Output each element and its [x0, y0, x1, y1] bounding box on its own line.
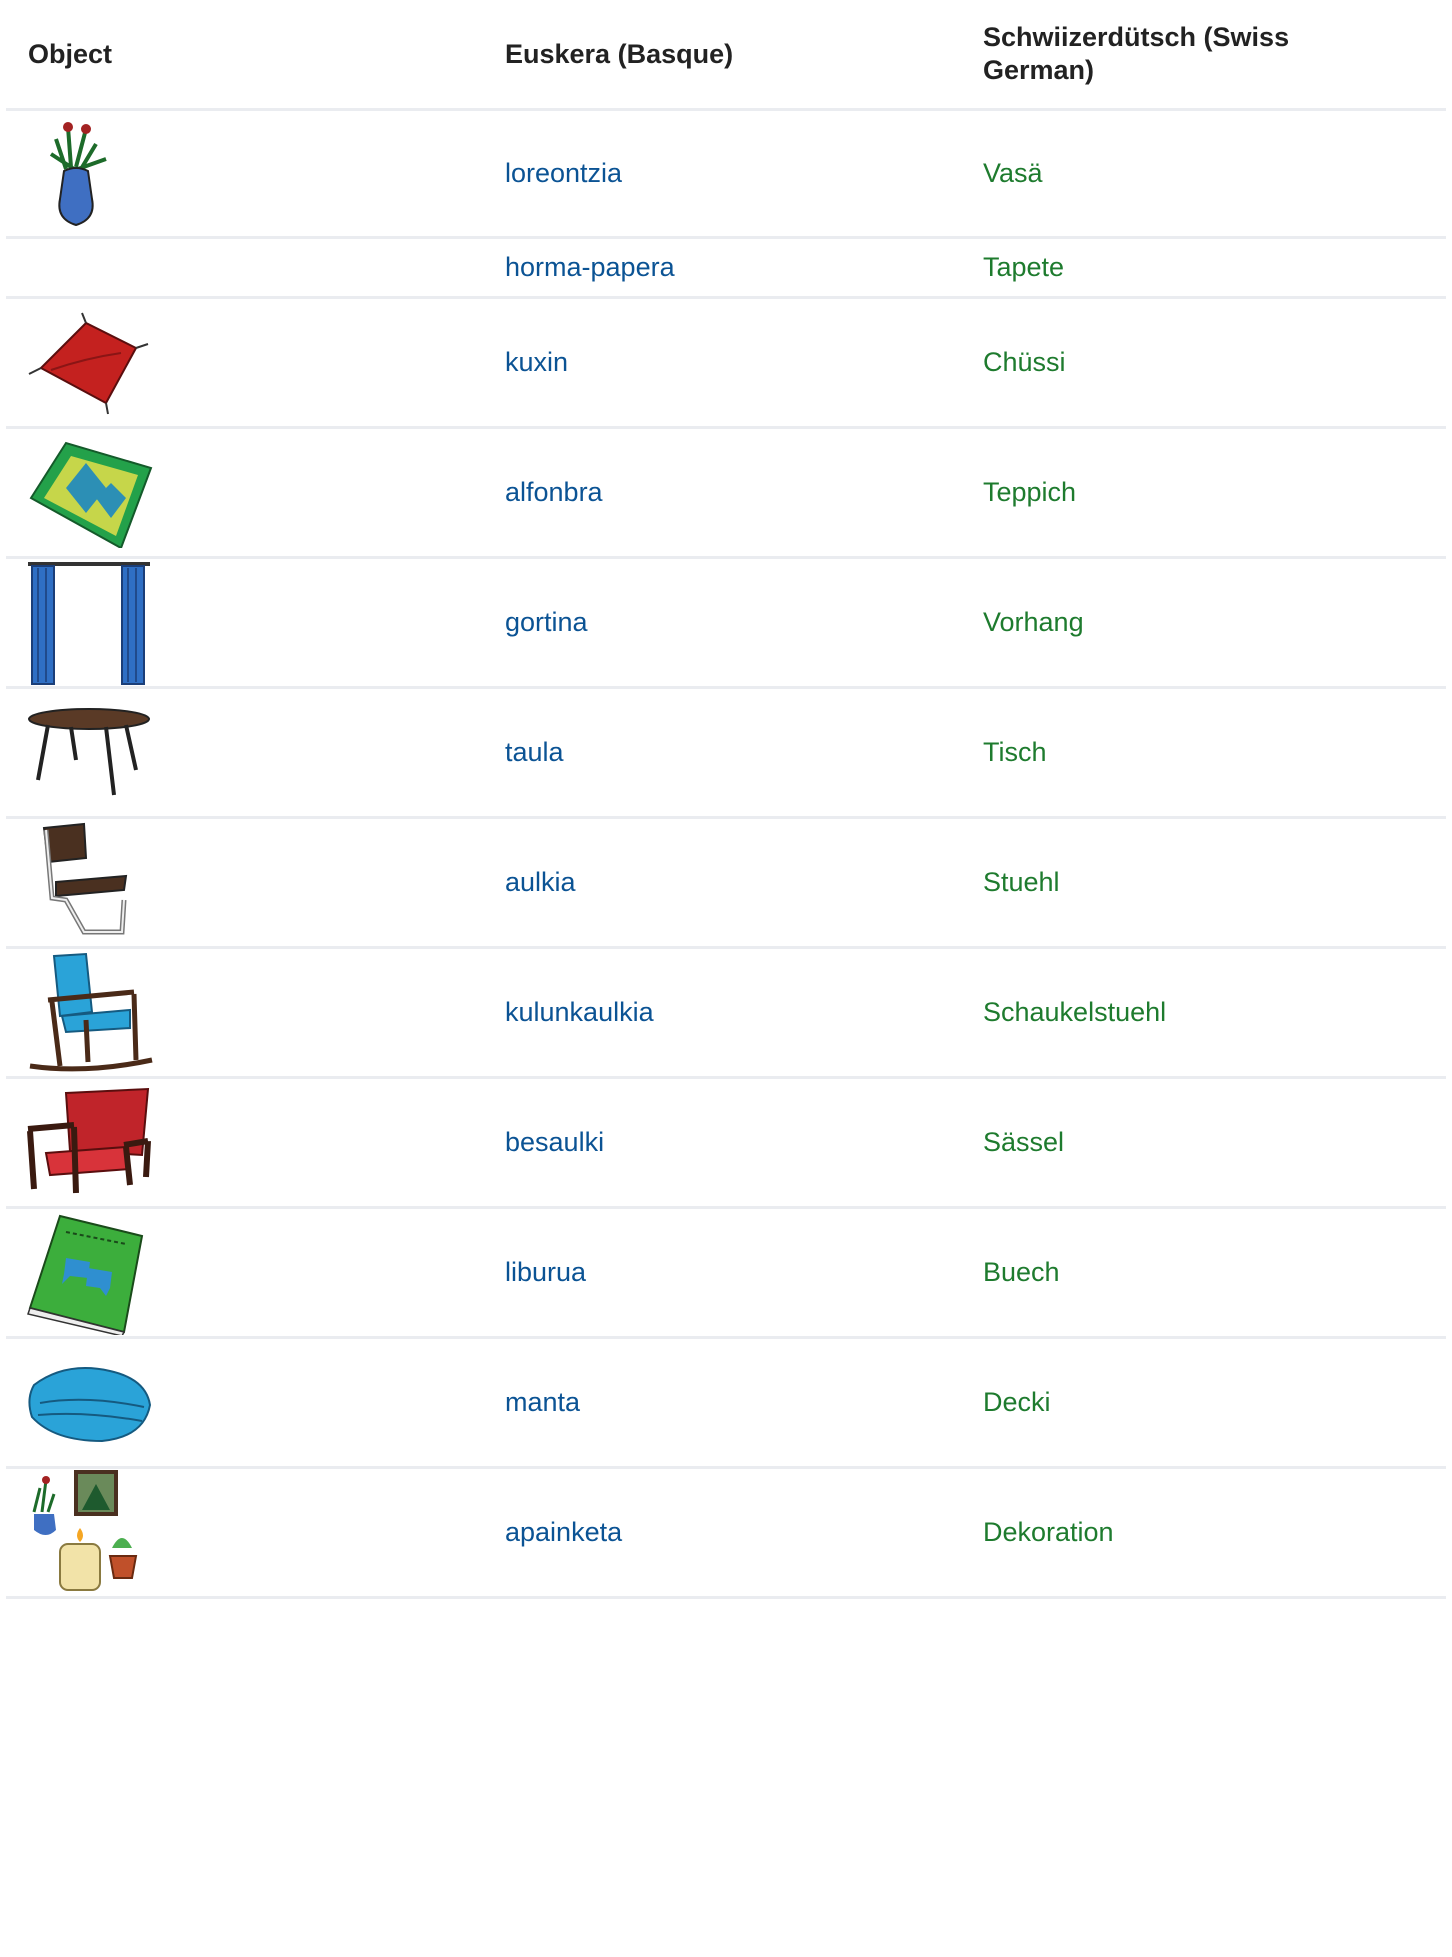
- basque-cell: taula: [483, 687, 961, 819]
- basque-word-link[interactable]: alfonbra: [505, 477, 603, 507]
- basque-word-link[interactable]: kulunkaulkia: [505, 997, 654, 1027]
- basque-cell: alfonbra: [483, 427, 961, 559]
- swiss-cell: Buech: [961, 1207, 1446, 1339]
- table-row: taula Tisch: [6, 687, 1446, 819]
- basque-word-link[interactable]: horma-papera: [505, 252, 675, 282]
- swiss-word-link[interactable]: Sässel: [983, 1127, 1064, 1157]
- table-row: aulkia Stuehl: [6, 817, 1446, 949]
- object-cell: [6, 297, 483, 429]
- basque-cell: aulkia: [483, 817, 961, 949]
- header-object: Object: [6, 0, 483, 111]
- cantilever-chair-icon: [26, 820, 483, 945]
- basque-cell: liburua: [483, 1207, 961, 1339]
- basque-word-link[interactable]: aulkia: [505, 867, 576, 897]
- object-cell: [6, 947, 483, 1079]
- green-rug-icon: [26, 438, 483, 548]
- swiss-cell: Chüssi: [961, 297, 1446, 429]
- swiss-cell: Tisch: [961, 687, 1446, 819]
- basque-word-link[interactable]: kuxin: [505, 347, 568, 377]
- basque-cell: horma-papera: [483, 237, 961, 299]
- swiss-cell: Teppich: [961, 427, 1446, 559]
- red-armchair-icon: [26, 1085, 483, 1200]
- object-cell: [6, 1207, 483, 1339]
- basque-cell: apainketa: [483, 1467, 961, 1599]
- table-row: liburua Buech: [6, 1207, 1446, 1339]
- basque-word-link[interactable]: besaulki: [505, 1127, 604, 1157]
- table-row: besaulki Sässel: [6, 1077, 1446, 1209]
- swiss-word-link[interactable]: Tisch: [983, 737, 1047, 767]
- swiss-word-link[interactable]: Chüssi: [983, 347, 1066, 377]
- swiss-cell: Stuehl: [961, 817, 1446, 949]
- table-header-row: Object Euskera (Basque) Schwiizerdütsch …: [6, 0, 1446, 111]
- object-cell: [6, 427, 483, 559]
- basque-word-link[interactable]: apainketa: [505, 1517, 622, 1547]
- swiss-cell: Decki: [961, 1337, 1446, 1469]
- table-row: apainketa Dekoration: [6, 1467, 1446, 1599]
- table-row: horma-papera Tapete: [6, 237, 1446, 299]
- swiss-word-link[interactable]: Teppich: [983, 477, 1076, 507]
- header-swiss-german: Schwiizerdütsch (Swiss German): [961, 0, 1446, 111]
- table-row: kulunkaulkia Schaukelstuehl: [6, 947, 1446, 1079]
- basque-word-link[interactable]: gortina: [505, 607, 588, 637]
- table-row: gortina Vorhang: [6, 557, 1446, 689]
- blue-curtain-icon: [26, 560, 483, 685]
- swiss-word-link[interactable]: Buech: [983, 1257, 1060, 1287]
- object-cell: [6, 1337, 483, 1469]
- basque-cell: kuxin: [483, 297, 961, 429]
- basque-cell: gortina: [483, 557, 961, 689]
- basque-word-link[interactable]: loreontzia: [505, 158, 622, 188]
- table-row: kuxin Chüssi: [6, 297, 1446, 429]
- red-cushion-icon: [26, 308, 483, 418]
- header-basque: Euskera (Basque): [483, 0, 961, 111]
- swiss-word-link[interactable]: Vorhang: [983, 607, 1084, 637]
- basque-cell: loreontzia: [483, 109, 961, 239]
- swiss-cell: Dekoration: [961, 1467, 1446, 1599]
- basque-word-link[interactable]: liburua: [505, 1257, 586, 1287]
- table-row: manta Decki: [6, 1337, 1446, 1469]
- object-cell: [6, 557, 483, 689]
- object-cell: [6, 817, 483, 949]
- swiss-word-link[interactable]: Vasä: [983, 158, 1043, 188]
- object-cell: [6, 237, 483, 299]
- vocabulary-table: Object Euskera (Basque) Schwiizerdütsch …: [6, 0, 1446, 1599]
- basque-word-link[interactable]: taula: [505, 737, 564, 767]
- swiss-cell: Vasä: [961, 109, 1446, 239]
- vase-with-flowers-icon: [26, 119, 483, 229]
- object-cell: [6, 687, 483, 819]
- swiss-word-link[interactable]: Stuehl: [983, 867, 1060, 897]
- basque-cell: manta: [483, 1337, 961, 1469]
- swiss-word-link[interactable]: Decki: [983, 1387, 1051, 1417]
- basque-word-link[interactable]: manta: [505, 1387, 580, 1417]
- object-cell: [6, 1467, 483, 1599]
- swiss-cell: Schaukelstuehl: [961, 947, 1446, 1079]
- object-cell: [6, 1077, 483, 1209]
- object-cell: [6, 109, 483, 239]
- decoration-icon: [26, 1470, 483, 1595]
- swiss-word-link[interactable]: Schaukelstuehl: [983, 997, 1166, 1027]
- swiss-cell: Tapete: [961, 237, 1446, 299]
- basque-cell: besaulki: [483, 1077, 961, 1209]
- swiss-cell: Vorhang: [961, 557, 1446, 689]
- table-row: alfonbra Teppich: [6, 427, 1446, 559]
- swiss-cell: Sässel: [961, 1077, 1446, 1209]
- rocking-chair-icon: [26, 950, 483, 1075]
- table-row: loreontzia Vasä: [6, 109, 1446, 239]
- green-book-icon: [26, 1210, 483, 1335]
- round-table-icon: [26, 705, 483, 800]
- swiss-word-link[interactable]: Dekoration: [983, 1517, 1114, 1547]
- swiss-word-link[interactable]: Tapete: [983, 252, 1064, 282]
- basque-cell: kulunkaulkia: [483, 947, 961, 1079]
- folded-blanket-icon: [26, 1355, 483, 1450]
